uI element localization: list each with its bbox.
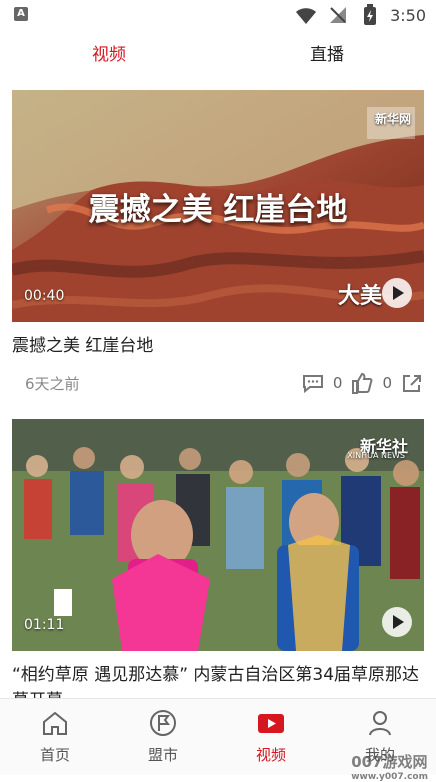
flag-icon <box>150 710 176 736</box>
thumbnail-overlay-title: 震撼之美 红崖台地 <box>88 192 348 228</box>
battery-charging-icon <box>364 4 377 25</box>
like-count: 0 <box>382 374 392 392</box>
video-actions: 0 0 <box>301 371 424 395</box>
share-icon[interactable] <box>400 371 424 395</box>
video-title[interactable]: “相约草原 遇见那达慕” 内蒙古自治区第34届草原那达慕开幕 <box>12 662 424 698</box>
video-icon <box>258 714 284 733</box>
video-time-ago: 6天之前 <box>25 375 80 393</box>
comment-icon[interactable] <box>301 371 325 395</box>
user-icon <box>369 711 391 736</box>
notification-icon: A <box>14 7 28 21</box>
top-tab-bar: 视频 直播 <box>0 30 436 100</box>
like-icon[interactable] <box>350 371 374 395</box>
video-duration: 00:40 <box>24 288 65 304</box>
status-icons: 3:50 <box>294 4 426 25</box>
tab-live[interactable]: 直播 <box>310 40 344 65</box>
play-button[interactable] <box>382 278 412 308</box>
watermark-url: www.y007.com <box>351 772 428 782</box>
play-button[interactable] <box>382 607 412 637</box>
nav-home[interactable]: 首页 <box>15 708 95 765</box>
nav-cities[interactable]: 盟市 <box>123 708 203 765</box>
xinhua-news-subtitle: XINHUA NEWS <box>347 451 405 460</box>
video-title[interactable]: 震撼之美 红崖台地 <box>12 333 424 359</box>
comment-count: 0 <box>332 374 343 392</box>
brand-logo: 大美 <box>337 283 382 309</box>
video-feed[interactable]: 震撼之美 红崖台地 新华网 大美 00:40 震撼之美 红崖台地 6天之前 0 … <box>0 80 436 698</box>
watermark-text: 007游戏网 <box>351 753 428 771</box>
xinhua-logo: 新华网 <box>374 112 411 126</box>
video-thumbnail[interactable]: 震撼之美 红崖台地 新华网 大美 00:40 <box>12 90 424 322</box>
home-icon <box>43 711 67 735</box>
video-card[interactable]: 震撼之美 红崖台地 新华网 大美 00:40 震撼之美 红崖台地 6天之前 0 … <box>12 90 424 410</box>
nav-video-label: 视频 <box>255 746 286 764</box>
tab-video[interactable]: 视频 <box>92 40 126 65</box>
status-bar: A 3:50 <box>0 0 436 30</box>
video-duration: 01:11 <box>24 617 65 633</box>
watermark: 007游戏网 www.y007.com <box>351 751 428 782</box>
nav-video[interactable]: 视频 <box>231 708 311 765</box>
video-thumbnail[interactable]: 新华社 XINHUA NEWS 01:11 <box>12 419 424 651</box>
wifi-icon <box>296 8 317 24</box>
nav-cities-label: 盟市 <box>147 746 178 764</box>
status-time: 3:50 <box>390 5 426 25</box>
video-card[interactable]: 新华社 XINHUA NEWS 01:11 “相约草原 遇见那达慕” 内蒙古自治… <box>12 419 424 698</box>
nav-home-label: 首页 <box>39 746 70 764</box>
no-signal-icon <box>330 7 347 23</box>
